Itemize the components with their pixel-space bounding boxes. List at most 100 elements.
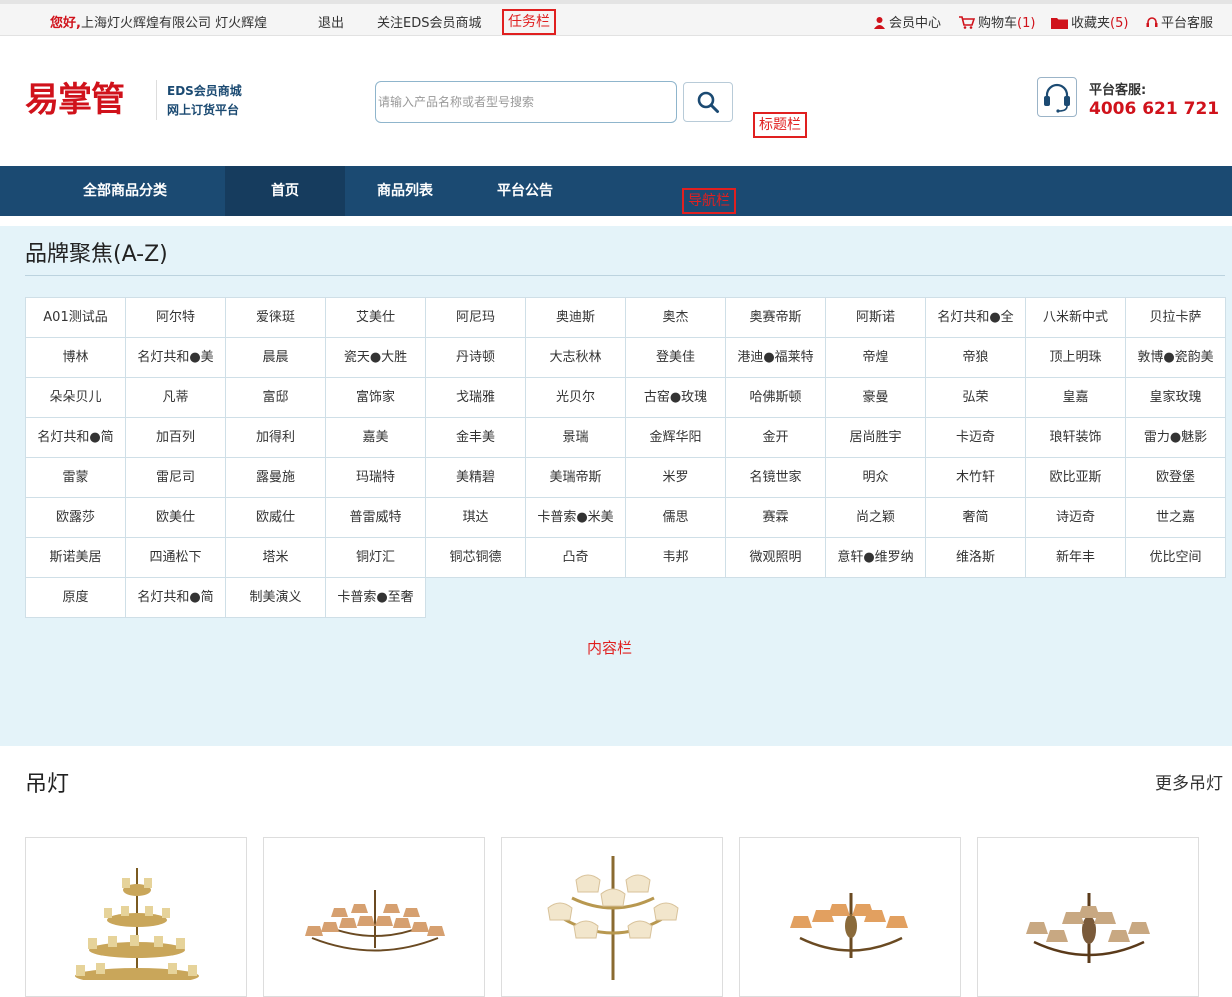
brand-link[interactable]: 居尚胜宇 (825, 417, 926, 458)
brand-link[interactable]: 敦博●瓷韵美 (1125, 337, 1226, 378)
brand-link[interactable]: 皇家玫瑰 (1125, 377, 1226, 418)
brand-link[interactable]: 富邸 (225, 377, 326, 418)
brand-link[interactable]: 雷蒙 (25, 457, 126, 498)
brand-link[interactable]: 爱徕珽 (225, 297, 326, 338)
brand-link[interactable]: 古窑●玫瑰 (625, 377, 726, 418)
brand-link[interactable]: 阿尔特 (125, 297, 226, 338)
brand-link[interactable]: 诗迈奇 (1025, 497, 1126, 538)
brand-link[interactable]: 名灯共和●简 (25, 417, 126, 458)
product-card-glass-shade-chandelier[interactable] (501, 837, 723, 997)
brand-link[interactable]: 铜灯汇 (325, 537, 426, 578)
brand-link[interactable]: 阿尼玛 (425, 297, 526, 338)
brand-link[interactable]: 晨晨 (225, 337, 326, 378)
brand-link[interactable]: 朵朵贝儿 (25, 377, 126, 418)
brand-link[interactable]: 名灯共和●简 (125, 577, 226, 618)
nav-product-list[interactable]: 商品列表 (345, 166, 465, 216)
brand-link[interactable]: 金丰美 (425, 417, 526, 458)
brand-link[interactable]: 塔米 (225, 537, 326, 578)
brand-link[interactable]: 豪曼 (825, 377, 926, 418)
brand-link[interactable]: 八米新中式 (1025, 297, 1126, 338)
brand-link[interactable]: 光贝尔 (525, 377, 626, 418)
brand-link[interactable]: 卡普索●至奢 (325, 577, 426, 618)
brand-link[interactable]: 名镜世家 (725, 457, 826, 498)
brand-link[interactable]: 意轩●维罗纳 (825, 537, 926, 578)
brand-link[interactable]: 港迪●福莱特 (725, 337, 826, 378)
brand-link[interactable]: 大志秋林 (525, 337, 626, 378)
nav-announcements[interactable]: 平台公告 (465, 166, 585, 216)
brand-link[interactable]: 儒思 (625, 497, 726, 538)
brand-link[interactable]: 景瑞 (525, 417, 626, 458)
brand-link[interactable]: A01测试品 (25, 297, 126, 338)
brand-link[interactable]: 加得利 (225, 417, 326, 458)
brand-link[interactable]: 金开 (725, 417, 826, 458)
brand-link[interactable]: 名灯共和●美 (125, 337, 226, 378)
brand-link[interactable]: 欧登堡 (1125, 457, 1226, 498)
member-center-link[interactable]: 会员中心 (873, 12, 941, 31)
search-button[interactable] (683, 82, 733, 122)
brand-link[interactable]: 皇嘉 (1025, 377, 1126, 418)
brand-link[interactable]: 欧威仕 (225, 497, 326, 538)
brand-link[interactable]: 优比空间 (1125, 537, 1226, 578)
brand-link[interactable]: 新年丰 (1025, 537, 1126, 578)
brand-link[interactable]: 奥迪斯 (525, 297, 626, 338)
brand-link[interactable]: 卡迈奇 (925, 417, 1026, 458)
brand-link[interactable]: 奥赛帝斯 (725, 297, 826, 338)
brand-link[interactable]: 丹诗顿 (425, 337, 526, 378)
nav-home[interactable]: 首页 (225, 166, 345, 216)
brand-link[interactable]: 凸奇 (525, 537, 626, 578)
brand-link[interactable]: 雷力●魅影 (1125, 417, 1226, 458)
brand-link[interactable]: 欧比亚斯 (1025, 457, 1126, 498)
brand-link[interactable]: 富饰家 (325, 377, 426, 418)
brand-link[interactable]: 博林 (25, 337, 126, 378)
brand-link[interactable]: 加百列 (125, 417, 226, 458)
brand-link[interactable]: 登美佳 (625, 337, 726, 378)
site-logo[interactable]: 易掌管 (25, 78, 150, 122)
brand-link[interactable]: 韦邦 (625, 537, 726, 578)
brand-link[interactable]: 露曼施 (225, 457, 326, 498)
brand-link[interactable]: 琪达 (425, 497, 526, 538)
brand-link[interactable]: 戈瑞雅 (425, 377, 526, 418)
brand-link[interactable]: 凡蒂 (125, 377, 226, 418)
brand-link[interactable]: 弘荣 (925, 377, 1026, 418)
brand-link[interactable]: 艾美仕 (325, 297, 426, 338)
brand-link[interactable]: 赛霖 (725, 497, 826, 538)
product-card-classic-chandelier[interactable] (977, 837, 1199, 997)
follow-eds-link[interactable]: 关注EDS会员商城 (377, 12, 481, 31)
product-card-wide-chandelier[interactable] (263, 837, 485, 997)
brand-link[interactable]: 金辉华阳 (625, 417, 726, 458)
brand-link[interactable]: 贝拉卡萨 (1125, 297, 1226, 338)
brand-link[interactable]: 瓷天●大胜 (325, 337, 426, 378)
brand-link[interactable]: 名灯共和●全 (925, 297, 1026, 338)
brand-link[interactable]: 欧露莎 (25, 497, 126, 538)
brand-link[interactable]: 顶上明珠 (1025, 337, 1126, 378)
brand-link[interactable]: 帝煌 (825, 337, 926, 378)
brand-link[interactable]: 美精碧 (425, 457, 526, 498)
brand-link[interactable]: 美瑞帝斯 (525, 457, 626, 498)
brand-link[interactable]: 奢简 (925, 497, 1026, 538)
brand-link[interactable]: 哈佛斯顿 (725, 377, 826, 418)
user-name[interactable]: 上海灯火辉煌有限公司 灯火辉煌 (81, 16, 267, 31)
brand-link[interactable]: 木竹轩 (925, 457, 1026, 498)
nav-all-categories[interactable]: 全部商品分类 (45, 166, 205, 216)
brand-link[interactable]: 尚之颖 (825, 497, 926, 538)
brand-link[interactable]: 普雷威特 (325, 497, 426, 538)
search-input[interactable] (375, 81, 677, 123)
product-card-tiered-chandelier[interactable] (25, 837, 247, 997)
brand-link[interactable]: 玛瑞特 (325, 457, 426, 498)
brand-link[interactable]: 明众 (825, 457, 926, 498)
brand-link[interactable]: 世之嘉 (1125, 497, 1226, 538)
brand-link[interactable]: 嘉美 (325, 417, 426, 458)
more-pendant-link[interactable]: 更多吊灯 (1155, 769, 1223, 794)
logout-link[interactable]: 退出 (318, 12, 344, 31)
favorites-link[interactable]: 收藏夹(5) (1051, 12, 1128, 31)
brand-link[interactable]: 四通松下 (125, 537, 226, 578)
platform-service-link[interactable]: 平台客服 (1146, 12, 1213, 31)
brand-link[interactable]: 琅轩装饰 (1025, 417, 1126, 458)
product-card-bronze-chandelier[interactable] (739, 837, 961, 997)
brand-link[interactable]: 维洛斯 (925, 537, 1026, 578)
brand-link[interactable]: 微观照明 (725, 537, 826, 578)
brand-link[interactable]: 铜芯铜德 (425, 537, 526, 578)
brand-link[interactable]: 帝狼 (925, 337, 1026, 378)
brand-link[interactable]: 斯诺美居 (25, 537, 126, 578)
brand-link[interactable]: 奥杰 (625, 297, 726, 338)
